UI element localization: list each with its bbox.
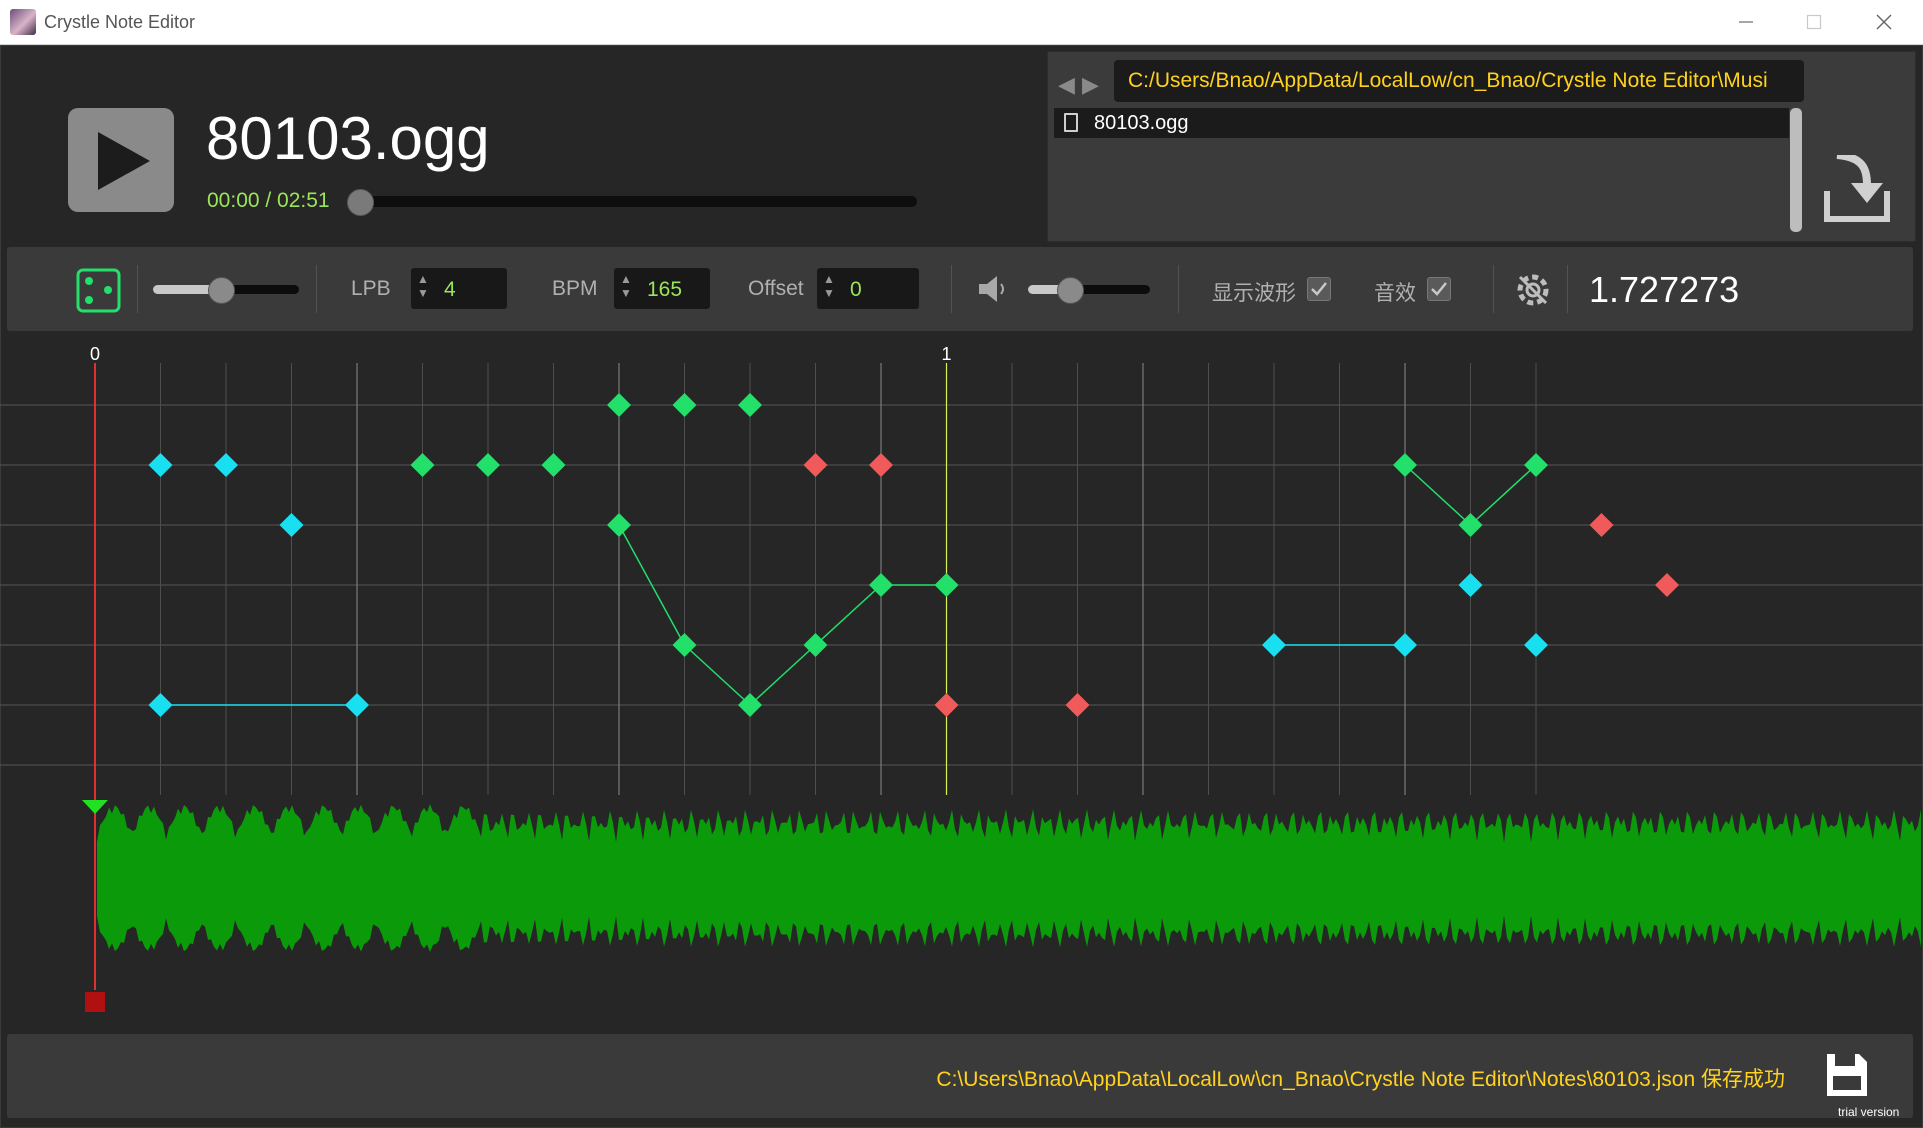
- note-red: [934, 693, 959, 717]
- note-cyan: [279, 513, 304, 537]
- lpb-value: 4: [444, 278, 456, 301]
- waveform-label: 显示波形: [1212, 282, 1296, 305]
- playhead-top-marker: [82, 800, 108, 814]
- watermark: trial version: [1838, 1105, 1900, 1119]
- lpb-label: LPB: [351, 277, 391, 300]
- status-bar: C:\Users\Bnao\AppData\LocalLow\cn_Bnao\C…: [7, 1034, 1913, 1118]
- offset-label: Offset: [748, 277, 804, 300]
- bpm-value: 165: [647, 278, 683, 301]
- settings-icon[interactable]: [1512, 269, 1554, 311]
- separator: [1493, 265, 1494, 313]
- waveform: [97, 804, 1921, 952]
- window-title: Crystle Note Editor: [44, 12, 196, 32]
- minimize-icon: [1739, 21, 1753, 23]
- waveform-checkbox[interactable]: [1307, 277, 1331, 301]
- checkmark-icon: [1311, 282, 1327, 296]
- scale-value: 1.727273: [1589, 269, 1740, 310]
- note-red: [869, 453, 893, 477]
- note-link-line: [1469, 464, 1537, 526]
- play-icon: [98, 132, 150, 190]
- forward-arrow-icon[interactable]: ▶: [1082, 72, 1099, 98]
- note-green: [410, 453, 435, 477]
- note-red: [1655, 573, 1679, 597]
- note-green: [541, 453, 566, 477]
- separator: [1567, 265, 1568, 313]
- minimize-button[interactable]: [1712, 0, 1780, 44]
- toolbar: LPB ▲ ▼ 4 BPM ▲ ▼ 165 Offset ▲ ▼ 0 显示波形 音效 …: [7, 247, 1913, 331]
- file-icon: [1064, 113, 1078, 132]
- playhead-handle: [85, 992, 105, 1012]
- separator: [951, 265, 952, 313]
- file-list-item[interactable]: 80103.ogg: [1054, 108, 1789, 138]
- close-button[interactable]: [1850, 0, 1918, 44]
- file-browser: ◀ ▶ C:/Users/Bnao/AppData/LocalLow/cn_Bn…: [1047, 51, 1916, 242]
- maximize-icon: [1806, 14, 1822, 30]
- scroll-thumb[interactable]: [1790, 108, 1802, 232]
- time-display: 00:00 / 02:51: [207, 189, 330, 212]
- progress-handle[interactable]: [347, 189, 374, 216]
- zoom-slider-handle[interactable]: [208, 277, 235, 304]
- note-link-line: [1404, 464, 1472, 526]
- separator: [137, 265, 138, 313]
- back-arrow-icon[interactable]: ◀: [1058, 72, 1075, 98]
- progress-bar[interactable]: [355, 196, 917, 207]
- title-bar: Crystle Note Editor: [0, 0, 1923, 45]
- bpm-label: BPM: [552, 277, 598, 300]
- note-green: [738, 393, 762, 417]
- note-editor[interactable]: 01: [0, 340, 1923, 1020]
- measure-label: 0: [90, 344, 100, 364]
- offset-stepper[interactable]: ▲ ▼ 0: [817, 268, 919, 309]
- song-title: 80103.ogg: [206, 105, 490, 172]
- note-cyan: [214, 453, 238, 477]
- checkmark-icon: [1431, 282, 1447, 296]
- note-red: [803, 453, 828, 477]
- separator: [316, 265, 317, 313]
- sfx-checkbox[interactable]: [1427, 277, 1451, 301]
- note-green: [934, 573, 959, 597]
- note-link-line: [814, 584, 882, 646]
- status-message: C:\Users\Bnao\AppData\LocalLow\cn_Bnao\C…: [936, 1068, 1785, 1091]
- measure-label: 1: [941, 344, 951, 364]
- note-green: [607, 393, 631, 417]
- speaker-icon[interactable]: [977, 274, 1011, 304]
- volume-slider-handle[interactable]: [1057, 277, 1084, 304]
- stepper-arrows-icon[interactable]: ▲ ▼: [620, 272, 632, 300]
- note-cyan: [148, 453, 173, 477]
- note-red: [1065, 693, 1090, 717]
- note-cyan: [1262, 633, 1286, 657]
- path-input[interactable]: C:/Users/Bnao/AppData/LocalLow/cn_Bnao/C…: [1114, 60, 1804, 102]
- close-icon: [1876, 14, 1892, 30]
- note-green: [672, 393, 697, 417]
- save-icon[interactable]: [1825, 1052, 1869, 1098]
- offset-value: 0: [850, 278, 862, 301]
- note-green: [476, 453, 500, 477]
- note-green: [607, 513, 631, 537]
- maximize-button[interactable]: [1780, 0, 1848, 44]
- note-link-line: [683, 644, 751, 706]
- note-link-line: [749, 644, 817, 706]
- file-list: 80103.ogg: [1054, 108, 1789, 234]
- stepper-arrows-icon[interactable]: ▲ ▼: [823, 272, 835, 300]
- note-cyan: [148, 693, 173, 717]
- file-list-scrollbar[interactable]: [1790, 108, 1802, 234]
- note-red: [1589, 513, 1614, 537]
- app-icon: [10, 9, 36, 35]
- import-icon[interactable]: [1823, 155, 1893, 225]
- sfx-label: 音效: [1374, 282, 1416, 305]
- bpm-stepper[interactable]: ▲ ▼ 165: [614, 268, 710, 309]
- play-button[interactable]: [68, 108, 174, 212]
- stepper-arrows-icon[interactable]: ▲ ▼: [417, 272, 429, 300]
- note-cyan: [1524, 633, 1548, 657]
- file-name: 80103.ogg: [1094, 112, 1189, 134]
- note-cyan: [345, 693, 369, 717]
- lpb-stepper[interactable]: ▲ ▼ 4: [411, 268, 507, 309]
- note-cyan: [1393, 633, 1417, 657]
- separator: [1178, 265, 1179, 313]
- dice-icon[interactable]: [76, 268, 121, 313]
- note-cyan: [1458, 573, 1483, 597]
